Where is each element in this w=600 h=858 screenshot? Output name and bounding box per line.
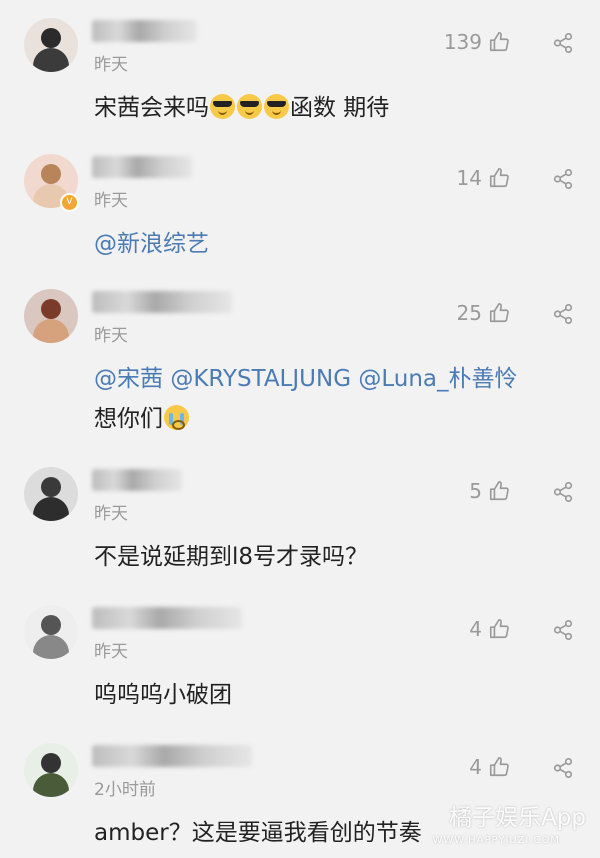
like-count: 5	[469, 479, 482, 503]
avatar-body	[33, 319, 69, 343]
comment-text-segment: 不是说延期到l8号才录吗？	[94, 544, 369, 570]
thumbs-up-icon	[488, 31, 510, 53]
comment-item[interactable]: 昨天 139 宋茜会来吗 函数 期待	[0, 0, 600, 136]
like-count: 4	[469, 755, 482, 779]
comment-item[interactable]: 昨天 4 呜呜呜小破团	[0, 587, 600, 725]
comment-time: 昨天	[94, 642, 128, 662]
avatar-head	[41, 164, 61, 184]
comment-text: 不是说延期到l8号才录吗？	[94, 537, 580, 577]
thumbs-up-icon	[488, 618, 510, 640]
like-button[interactable]: 5	[469, 479, 510, 503]
thumbs-up-icon	[488, 756, 510, 778]
mention-link[interactable]: @新浪综艺	[94, 231, 209, 257]
comment-time: 昨天	[94, 326, 128, 346]
username-blurred[interactable]	[92, 745, 252, 767]
comment-text: @新浪综艺	[94, 224, 580, 264]
watermark-logo: 橘子娱乐App	[449, 805, 586, 831]
like-button[interactable]: 4	[469, 617, 510, 641]
comment-text-segment: 呜呜呜小破团	[94, 682, 232, 708]
mention-link[interactable]: @宋茜	[94, 366, 163, 392]
avatar[interactable]	[24, 743, 78, 797]
like-button[interactable]: 4	[469, 755, 510, 779]
comment-text: 宋茜会来吗 函数 期待	[94, 88, 580, 128]
comment-text-segment: 函数 期待	[290, 95, 390, 121]
comment-time: 昨天	[94, 191, 128, 211]
comment-line: @宋茜 @KRYSTALJUNG @Luna_朴善怜	[94, 359, 580, 399]
avatar-body	[33, 497, 69, 521]
comment-line: 想你们	[94, 399, 580, 439]
like-count: 4	[469, 617, 482, 641]
comment-item[interactable]: 昨天 5 不是说延期到l8号才录吗？	[0, 449, 600, 587]
username-blurred[interactable]	[92, 469, 182, 491]
mention-link[interactable]: @KRYSTALJUNG	[170, 366, 351, 392]
avatar-head	[41, 299, 61, 319]
avatar[interactable]	[24, 605, 78, 659]
like-count: 139	[443, 30, 482, 54]
comment-line: @新浪综艺	[94, 224, 580, 264]
avatar-body	[33, 48, 69, 72]
like-button[interactable]: 139	[444, 30, 510, 54]
username-blurred[interactable]	[92, 291, 232, 313]
avatar-head	[41, 28, 61, 48]
like-count: 25	[456, 301, 482, 325]
comment-text: 呜呜呜小破团	[94, 675, 580, 715]
like-count: 14	[456, 166, 482, 190]
comment-line: 不是说延期到l8号才录吗？	[94, 537, 580, 577]
like-button[interactable]: 14	[457, 166, 510, 190]
comment-text: @宋茜 @KRYSTALJUNG @Luna_朴善怜想你们	[94, 359, 580, 439]
mention-link[interactable]: @Luna_朴善怜	[358, 366, 517, 392]
sunglasses-emoji-icon	[210, 94, 235, 119]
username-blurred[interactable]	[92, 607, 242, 629]
comment-time: 昨天	[94, 504, 128, 524]
avatar-head	[41, 615, 61, 635]
avatar-head	[41, 477, 61, 497]
sunglasses-emoji-icon	[264, 94, 289, 119]
comment-line: 呜呜呜小破团	[94, 675, 580, 715]
sunglasses-emoji-icon	[237, 94, 262, 119]
watermark-url: WWW.HAPPYJUZI.COM	[432, 835, 560, 846]
avatar[interactable]	[24, 467, 78, 521]
like-button[interactable]: 25	[457, 301, 510, 325]
comment-text-segment: amber？这是要逼我看创的节奏	[94, 820, 422, 846]
avatar[interactable]	[24, 289, 78, 343]
thumbs-up-icon	[488, 480, 510, 502]
thumbs-up-icon	[488, 167, 510, 189]
comment-line: 宋茜会来吗 函数 期待	[94, 88, 580, 128]
comment-time: 2小时前	[94, 780, 156, 800]
username-blurred[interactable]	[92, 20, 197, 42]
avatar[interactable]	[24, 18, 78, 72]
comment-time: 昨天	[94, 55, 128, 75]
crying-emoji-icon	[164, 405, 189, 430]
comment-text-segment: 想你们	[94, 406, 163, 432]
username-blurred[interactable]	[92, 156, 192, 178]
avatar-body	[33, 635, 69, 659]
avatar-head	[41, 753, 61, 773]
avatar-body	[33, 773, 69, 797]
comment-item[interactable]: 昨天 25 @宋茜 @KRYSTALJUNG @Luna_朴善怜想你们	[0, 271, 600, 449]
comment-text-segment: 宋茜会来吗	[94, 95, 209, 121]
comment-item[interactable]: V 昨天 14 @新浪综艺	[0, 136, 600, 271]
thumbs-up-icon	[488, 302, 510, 324]
verified-badge-icon: V	[60, 193, 79, 212]
